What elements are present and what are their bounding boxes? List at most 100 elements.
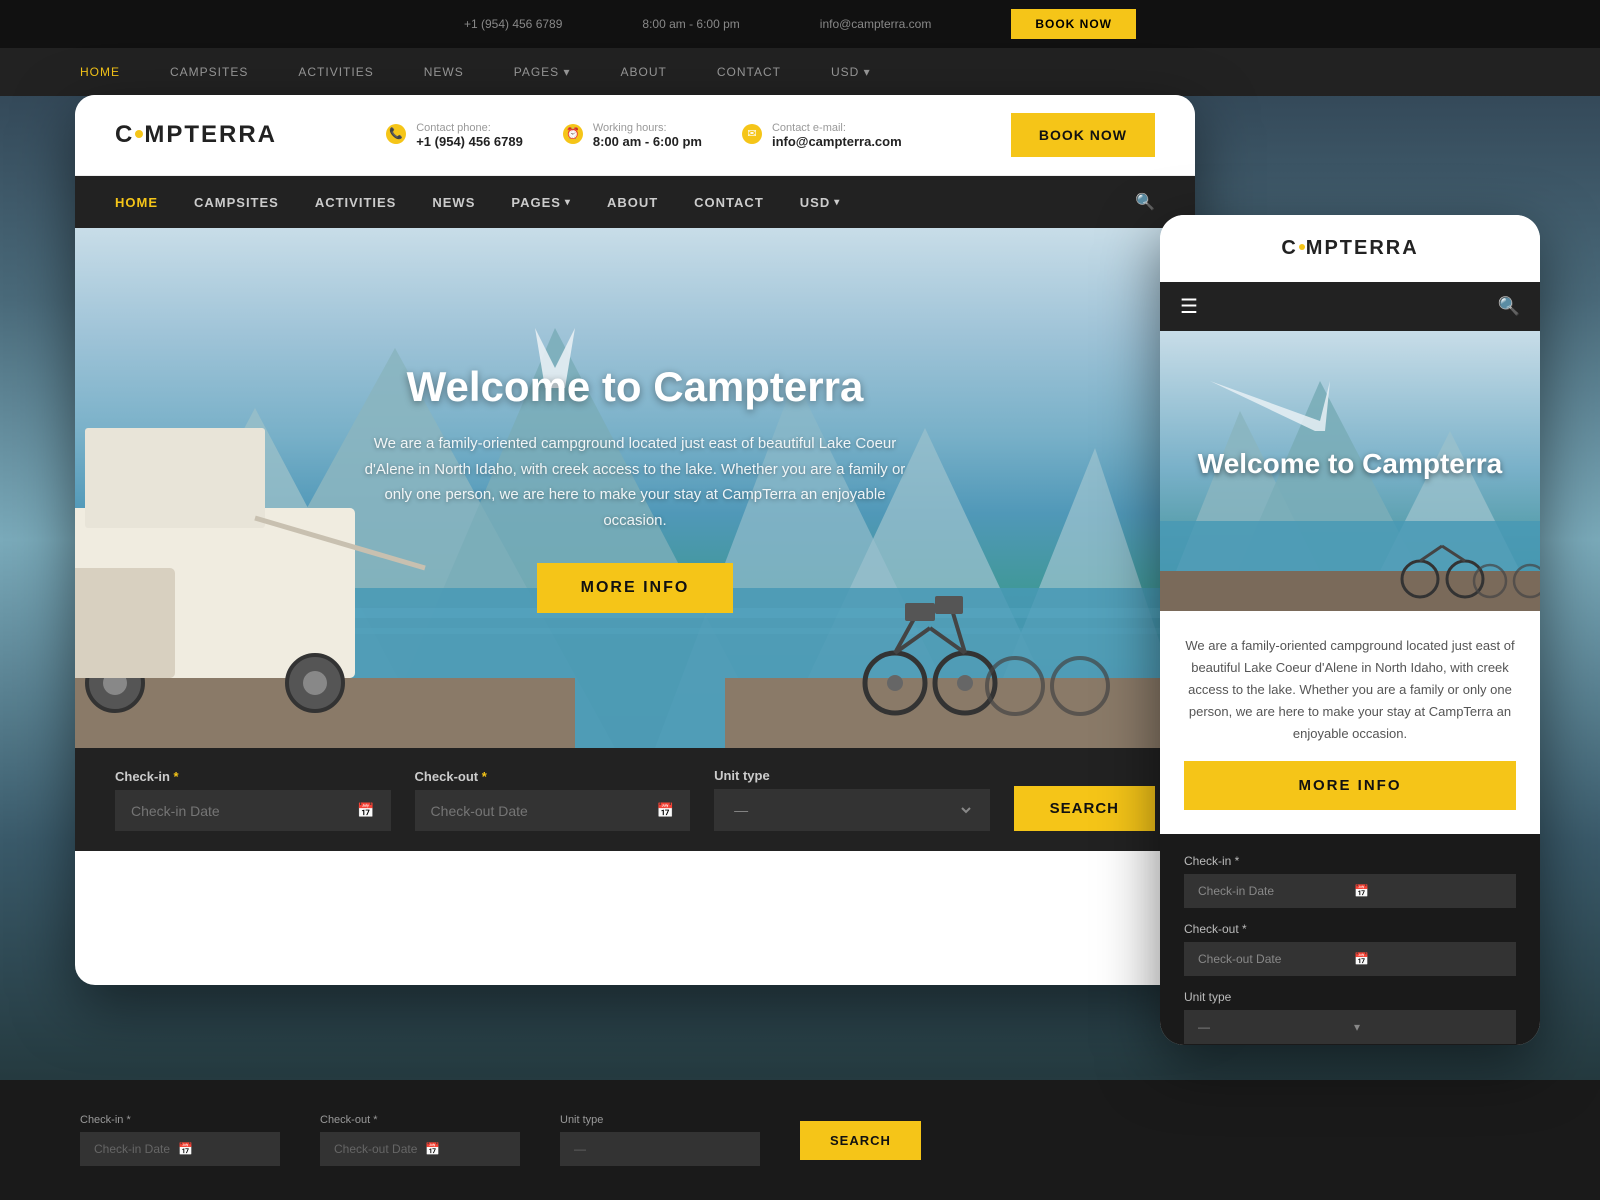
mobile-checkout-input[interactable]: Check-out Date 📅 — [1184, 942, 1516, 976]
mobile-logo: CMPTERRA — [1184, 237, 1516, 260]
unit-type-label: Unit type — [714, 768, 990, 783]
mobile-menu-icon[interactable]: ☰ — [1180, 294, 1198, 319]
bg-nav-campsites: CAMPSITES — [170, 65, 248, 79]
mobile-checkout-text: Check-out Date — [1198, 952, 1346, 966]
mobile-checkin-field: Check-in * Check-in Date 📅 — [1184, 854, 1516, 908]
mobile-unit-input[interactable]: — ▾ — [1184, 1010, 1516, 1044]
mobile-unit-label: Unit type — [1184, 990, 1516, 1004]
mobile-more-info-button[interactable]: MORE INFO — [1184, 761, 1516, 810]
email-value: info@campterra.com — [772, 134, 902, 149]
page-bottom-bar: Check-in * Check-in Date 📅 Check-out * C… — [0, 1080, 1600, 1200]
unit-type-select[interactable]: — — [730, 801, 974, 819]
hero-description: We are a family-oriented campground loca… — [360, 431, 910, 533]
bg-checkin-input: Check-in Date 📅 — [80, 1132, 280, 1166]
nav-home[interactable]: HOME — [115, 195, 158, 210]
desktop-logo: CMPTERRA — [115, 121, 277, 149]
checkin-calendar-icon: 📅 — [357, 802, 374, 819]
nav-pages[interactable]: PAGES ▾ — [511, 195, 571, 210]
bg-search-btn: SEARCH — [800, 1121, 921, 1160]
mobile-booking: Check-in * Check-in Date 📅 Check-out * C… — [1160, 834, 1540, 1045]
hours-info: ⏰ Working hours: 8:00 am - 6:00 pm — [563, 122, 702, 149]
bg-checkout-field: Check-out * Check-out Date 📅 — [320, 1114, 520, 1166]
mobile-unit-text: — — [1198, 1020, 1346, 1034]
checkin-input-wrap[interactable]: 📅 — [115, 790, 391, 831]
header-info: 📞 Contact phone: +1 (954) 456 6789 ⏰ Wor… — [386, 122, 901, 149]
book-now-button[interactable]: BOOK NOW — [1011, 113, 1155, 157]
page-top-bar: +1 (954) 456 6789 8:00 am - 6:00 pm info… — [0, 0, 1600, 48]
mobile-checkout-field: Check-out * Check-out Date 📅 — [1184, 922, 1516, 976]
checkin-field: Check-in * 📅 — [115, 769, 391, 831]
phone-text-block: Contact phone: +1 (954) 456 6789 — [416, 122, 523, 149]
checkout-input-wrap[interactable]: 📅 — [415, 790, 691, 831]
hero-title: Welcome to Campterra — [407, 363, 864, 411]
bg-book-btn[interactable]: BOOK NOW — [1011, 9, 1136, 39]
mobile-header: CMPTERRA — [1160, 215, 1540, 282]
nav-activities[interactable]: ACTIVITIES — [315, 195, 397, 210]
mobile-search-icon[interactable]: 🔍 — [1498, 296, 1520, 317]
nav-news[interactable]: NEWS — [432, 195, 475, 210]
mobile-logo-dot — [1299, 244, 1305, 250]
hero-content: Welcome to Campterra We are a family-ori… — [75, 228, 1195, 748]
nav-search-icon[interactable]: 🔍 — [1135, 192, 1155, 212]
email-icon: ✉ — [742, 124, 762, 144]
clock-icon: ⏰ — [563, 124, 583, 144]
email-info: ✉ Contact e-mail: info@campterra.com — [742, 122, 902, 149]
bg-nav-activities: ACTIVITIES — [298, 65, 373, 79]
checkout-calendar-icon: 📅 — [657, 802, 674, 819]
nav-usd[interactable]: USD ▾ — [800, 195, 840, 210]
nav-campsites[interactable]: CAMPSITES — [194, 195, 279, 210]
mobile-checkin-input[interactable]: Check-in Date 📅 — [1184, 874, 1516, 908]
hours-value: 8:00 am - 6:00 pm — [593, 134, 702, 149]
desktop-card: CMPTERRA 📞 Contact phone: +1 (954) 456 6… — [75, 95, 1195, 985]
bg-hours: 8:00 am - 6:00 pm — [642, 17, 739, 31]
booking-bar: Check-in * 📅 Check-out * 📅 Unit type — — [75, 748, 1195, 851]
mobile-checkout-label: Check-out * — [1184, 922, 1516, 936]
phone-icon: 📞 — [386, 124, 406, 144]
email-label: Contact e-mail: — [772, 122, 902, 134]
checkout-field: Check-out * 📅 — [415, 769, 691, 831]
bg-cal2-icon: 📅 — [425, 1142, 440, 1156]
mobile-desc: We are a family-oriented campground loca… — [1184, 635, 1516, 745]
logo-dot — [135, 130, 143, 138]
mobile-content: We are a family-oriented campground loca… — [1160, 611, 1540, 834]
bg-nav-news: NEWS — [424, 65, 464, 79]
mobile-nav: ☰ 🔍 — [1160, 282, 1540, 331]
checkout-label: Check-out * — [415, 769, 691, 784]
bg-unit-label: Unit type — [560, 1114, 760, 1126]
usd-arrow: ▾ — [834, 197, 840, 208]
phone-value: +1 (954) 456 6789 — [416, 134, 523, 149]
hours-label: Working hours: — [593, 122, 702, 134]
mobile-checkin-label: Check-in * — [1184, 854, 1516, 868]
email-text-block: Contact e-mail: info@campterra.com — [772, 122, 902, 149]
bg-checkout-label: Check-out * — [320, 1114, 520, 1126]
bg-unit-text: — — [574, 1142, 586, 1156]
desktop-nav: HOME CAMPSITES ACTIVITIES NEWS PAGES ▾ A… — [75, 176, 1195, 228]
hours-text-block: Working hours: 8:00 am - 6:00 pm — [593, 122, 702, 149]
checkout-input[interactable] — [431, 803, 647, 819]
search-button[interactable]: SEARCH — [1014, 786, 1155, 831]
bg-nav-home: HOME — [80, 65, 120, 79]
bg-email: info@campterra.com — [820, 17, 932, 31]
more-info-button[interactable]: MORE INFO — [537, 563, 734, 613]
checkin-input[interactable] — [131, 803, 347, 819]
mobile-unit-field: Unit type — ▾ — [1184, 990, 1516, 1044]
mobile-checkout-cal-icon: 📅 — [1354, 952, 1502, 966]
bg-nav-usd: USD ▾ — [831, 65, 871, 79]
mobile-card: CMPTERRA ☰ 🔍 — [1160, 215, 1540, 1045]
unit-type-input-wrap[interactable]: — — [714, 789, 990, 831]
mobile-hero-content: Welcome to Campterra — [1160, 331, 1540, 611]
bg-nav-pages: PAGES ▾ — [514, 65, 571, 79]
bg-unit-field: Unit type — — [560, 1114, 760, 1166]
bg-nav-contact: CONTACT — [717, 65, 781, 79]
bg-checkin-field: Check-in * Check-in Date 📅 — [80, 1114, 280, 1166]
mobile-hero-title: Welcome to Campterra — [1198, 447, 1502, 481]
bg-unit-input: — — [560, 1132, 760, 1166]
bg-checkout-input: Check-out Date 📅 — [320, 1132, 520, 1166]
nav-contact[interactable]: CONTACT — [694, 195, 764, 210]
bg-phone: +1 (954) 456 6789 — [464, 17, 562, 31]
bg-checkout-text: Check-out Date — [334, 1142, 417, 1156]
bg-checkin-label: Check-in * — [80, 1114, 280, 1126]
nav-about[interactable]: ABOUT — [607, 195, 658, 210]
mobile-checkin-cal-icon: 📅 — [1354, 884, 1502, 898]
desktop-header: CMPTERRA 📞 Contact phone: +1 (954) 456 6… — [75, 95, 1195, 176]
